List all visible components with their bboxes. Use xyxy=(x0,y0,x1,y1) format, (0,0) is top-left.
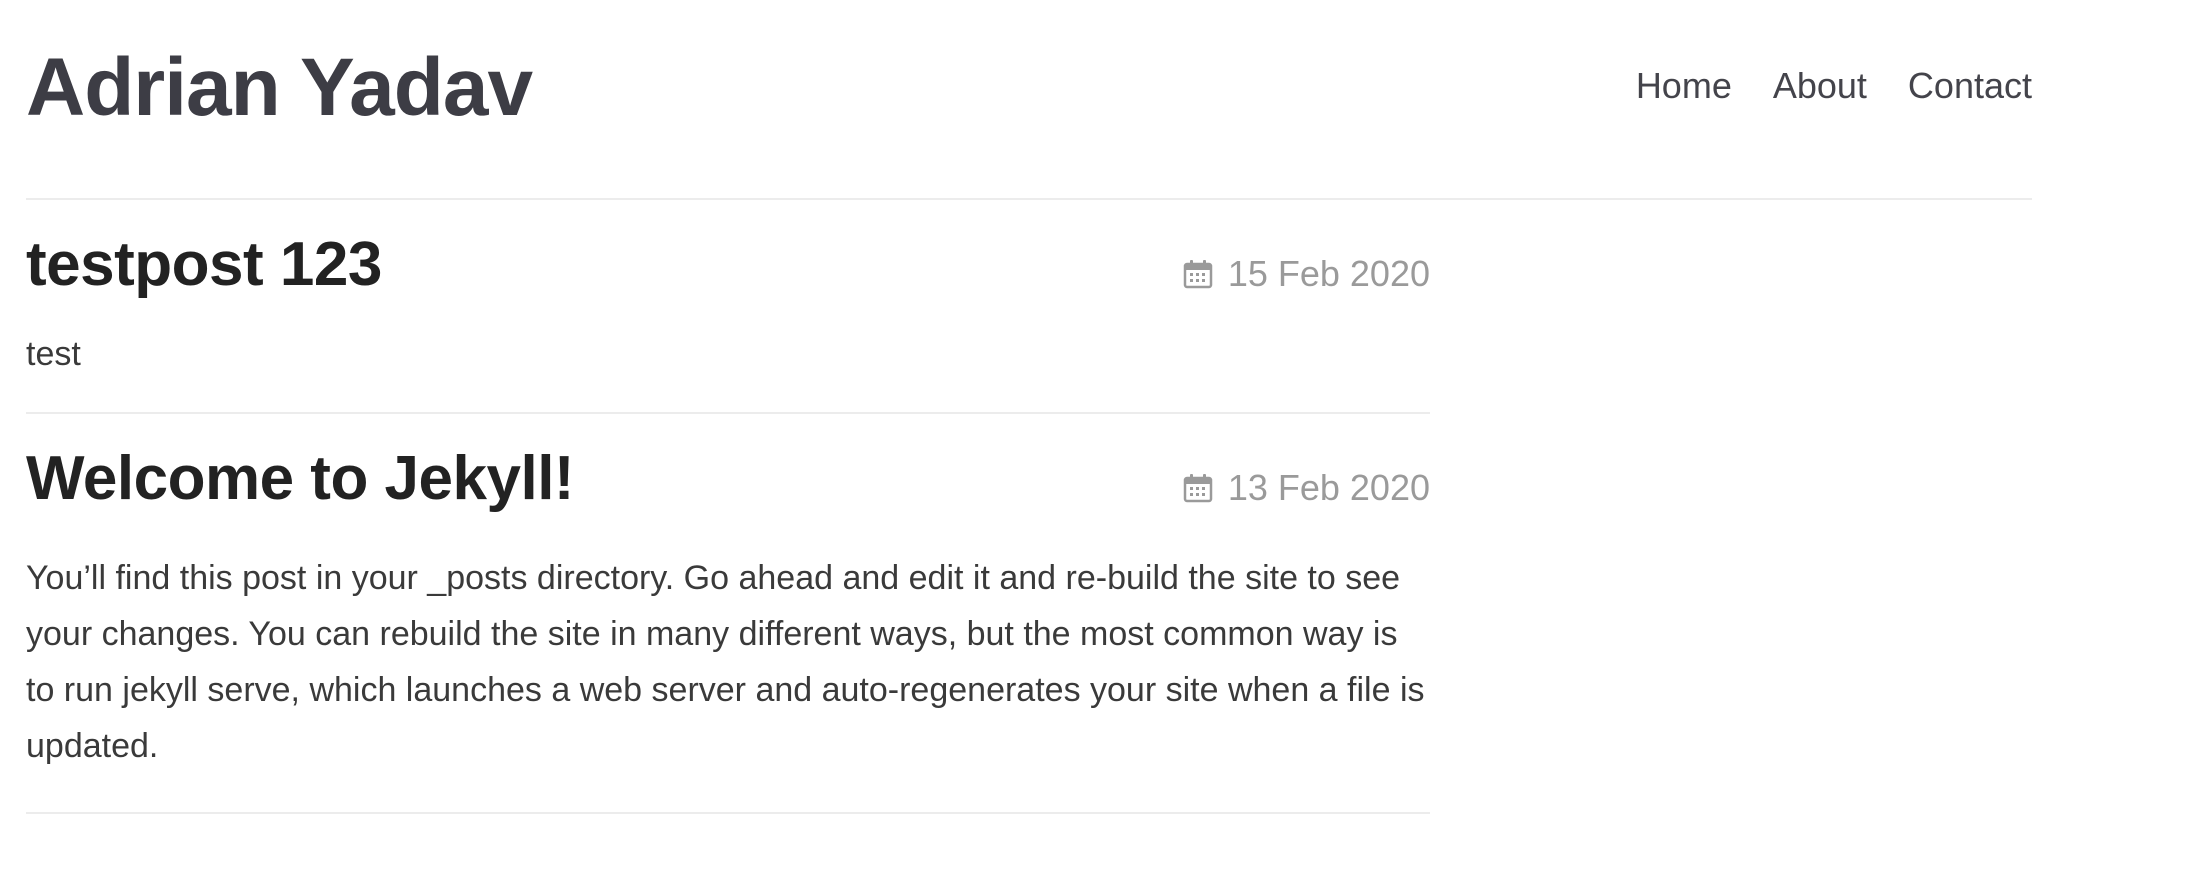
post-header: testpost 123 15 Feb 2020 xyxy=(26,200,1430,320)
post-list: testpost 123 15 Feb 2020 test Welcome to… xyxy=(26,200,1430,814)
post-title[interactable]: testpost 123 xyxy=(26,230,382,300)
post-excerpt: You’ll find this post in your _posts dir… xyxy=(26,559,1425,765)
post-item: Welcome to Jekyll! 13 Feb 2020 You’ll fi… xyxy=(26,414,1430,814)
post-header: Welcome to Jekyll! 13 Feb 2020 xyxy=(26,414,1430,534)
post-date: 13 Feb 2020 xyxy=(1182,466,1430,510)
site-title[interactable]: Adrian Yadav xyxy=(26,42,533,134)
nav-link-contact[interactable]: Contact xyxy=(1908,62,2032,110)
post-item: testpost 123 15 Feb 2020 test xyxy=(26,200,1430,414)
post-date: 15 Feb 2020 xyxy=(1182,252,1430,296)
post-title[interactable]: Welcome to Jekyll! xyxy=(26,444,575,514)
calendar-icon xyxy=(1183,474,1213,503)
nav-link-home[interactable]: Home xyxy=(1636,62,1732,110)
nav-link-about[interactable]: About xyxy=(1773,62,1867,110)
post-excerpt: test xyxy=(26,335,81,373)
post-date-text: 15 Feb 2020 xyxy=(1227,253,1430,294)
calendar-icon xyxy=(1183,260,1213,289)
site-nav: Home About Contact xyxy=(1636,62,2032,110)
site-header: Adrian Yadav Home About Contact xyxy=(26,0,2032,200)
post-date-text: 13 Feb 2020 xyxy=(1227,467,1430,508)
